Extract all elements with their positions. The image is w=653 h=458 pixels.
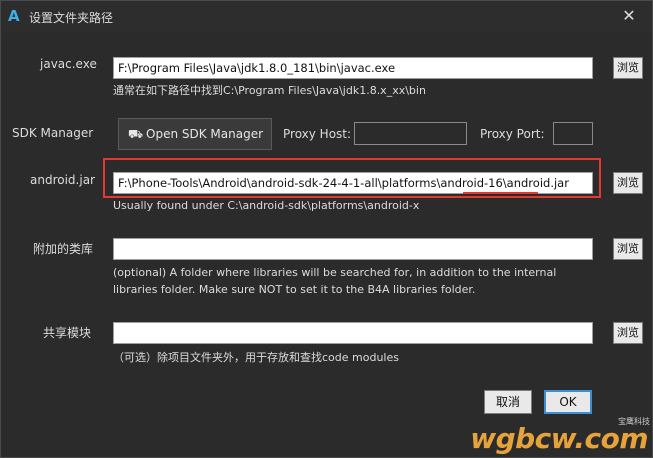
open-sdk-manager-label: Open SDK Manager [146,127,264,141]
libraries-hint: (optional) A folder where libraries will… [113,266,557,296]
proxy-port-label: Proxy Port: [480,127,545,141]
app-icon: A [8,7,20,25]
android-jar-hint: Usually found under C:\android-sdk\platf… [113,199,420,212]
proxy-host-label: Proxy Host: [283,127,352,141]
dialog-title: 设置文件夹路径 [29,11,114,25]
android-jar-path-field[interactable]: F:\Phone-Tools\Android\android-sdk-24-4-… [113,172,593,194]
javac-path-field[interactable]: F:\Program Files\Java\jdk1.8.0_181\bin\j… [113,57,593,79]
cancel-button[interactable]: 取消 [484,390,532,414]
shared-modules-path-field[interactable] [113,322,593,344]
shared-modules-browse-button[interactable]: 浏览 [613,322,643,344]
libraries-label: 附加的类库 [33,242,94,256]
shared-modules-label: 共享模块 [43,326,92,340]
sdk-manager-icon: ⛟ [128,127,144,141]
libraries-browse-button[interactable]: 浏览 [613,238,643,260]
settings-dialog: A 设置文件夹路径 ✕ javac.exe F:\Program Files\J… [0,0,653,458]
shared-modules-hint: （可选）除项目文件夹外，用于存放和查找code modules [113,351,399,364]
open-sdk-manager-button[interactable]: ⛟ Open SDK Manager [118,118,272,150]
javac-browse-button[interactable]: 浏览 [613,57,643,79]
close-icon[interactable]: ✕ [620,7,638,25]
proxy-host-input[interactable] [354,122,467,145]
title-bar: A 设置文件夹路径 ✕ [1,1,652,33]
sdk-manager-label: SDK Manager [12,126,94,140]
javac-label: javac.exe [40,57,97,71]
javac-hint: 通常在如下路径中找到C:\Program Files\Java\jdk1.8.x… [113,84,426,97]
watermark: wgbcw.com [470,422,648,455]
libraries-path-field[interactable] [113,238,593,260]
ok-button[interactable]: OK [544,390,592,414]
android-jar-label: android.jar [30,173,95,187]
proxy-port-input[interactable] [553,122,593,145]
watermark-text: wgbcw.com [470,422,648,455]
android-jar-browse-button[interactable]: 浏览 [613,172,643,194]
highlight-underline [463,192,538,194]
